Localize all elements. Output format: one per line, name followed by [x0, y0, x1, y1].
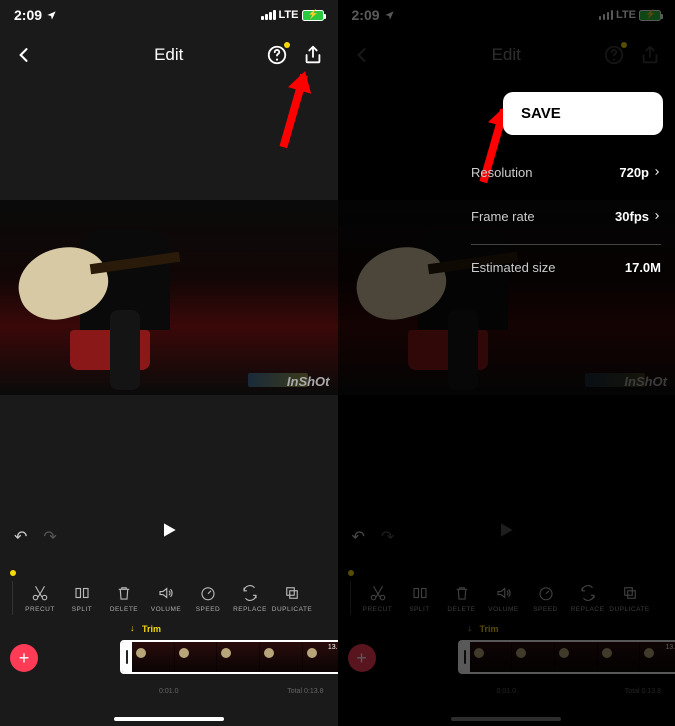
screenshot-right: 2:09 LTE Edit InShOt ↶↷ PRECUT SPLIT: [338, 0, 675, 726]
total-time: Total 0:13.8: [287, 688, 323, 695]
edit-toolbar: PRECUT SPLIT DELETE VOLUME SPEED REPLACE…: [0, 568, 338, 628]
share-icon[interactable]: [302, 44, 324, 66]
chevron-right-icon: [653, 210, 661, 222]
current-time: 0:01.0: [159, 688, 178, 695]
setting-label: Resolution: [471, 165, 532, 180]
add-clip-button[interactable]: +: [10, 644, 38, 672]
status-bar: 2:09 LTE: [338, 0, 675, 30]
location-icon: [384, 10, 395, 21]
video-preview[interactable]: InShOt: [0, 200, 338, 395]
status-indicators: LTE: [261, 9, 323, 21]
signal-icon: [261, 10, 276, 20]
trim-label: Trim: [142, 624, 161, 634]
location-icon: [46, 10, 57, 21]
tool-speed[interactable]: SPEED: [187, 584, 229, 613]
network-label: LTE: [279, 9, 299, 21]
undo-redo: ↶ ↷: [14, 527, 57, 547]
tool-delete[interactable]: DELETE: [103, 584, 145, 613]
save-button[interactable]: SAVE: [503, 92, 663, 135]
clip-track[interactable]: 13.8: [120, 640, 338, 674]
header: Edit: [338, 30, 675, 80]
battery-icon: [302, 10, 324, 21]
setting-value: 17.0M: [625, 260, 661, 275]
home-indicator[interactable]: [114, 717, 224, 721]
chevron-right-icon: [653, 166, 661, 178]
toolbar-dot: [10, 570, 16, 576]
play-button[interactable]: [159, 520, 179, 546]
share-icon[interactable]: [639, 44, 661, 66]
setting-label: Estimated size: [471, 260, 556, 275]
redo-icon[interactable]: ↷: [43, 527, 56, 547]
tool-split[interactable]: SPLIT: [61, 584, 103, 613]
home-indicator[interactable]: [451, 717, 561, 721]
tool-replace[interactable]: REPLACE: [229, 584, 271, 613]
status-time: 2:09: [14, 7, 57, 23]
help-icon[interactable]: [603, 44, 625, 66]
notification-dot: [284, 42, 290, 48]
clip-duration: 13.8: [328, 644, 338, 651]
back-icon[interactable]: [352, 45, 372, 65]
setting-value: 30fps: [615, 209, 649, 224]
setting-filesize: Estimated size 17.0M: [471, 245, 661, 289]
status-bar: 2:09 LTE: [0, 0, 338, 30]
setting-value: 720p: [619, 165, 649, 180]
time-info: 0:01.0 Total 0:13.8: [0, 688, 338, 695]
setting-label: Frame rate: [471, 209, 535, 224]
export-settings: Resolution 720p Frame rate 30fps Estimat…: [471, 150, 661, 289]
setting-resolution[interactable]: Resolution 720p: [471, 150, 661, 194]
setting-framerate[interactable]: Frame rate 30fps: [471, 194, 661, 238]
screenshot-left: 2:09 LTE Edit InShOt ↶ ↷: [0, 0, 338, 726]
tool-duplicate[interactable]: DUPLICATE: [271, 584, 313, 613]
trim-handle-left[interactable]: [122, 642, 132, 672]
tool-precut[interactable]: PRECUT: [19, 584, 61, 613]
undo-icon[interactable]: ↶: [14, 527, 27, 547]
watermark: InShOt: [287, 374, 330, 389]
tool-volume[interactable]: VOLUME: [145, 584, 187, 613]
timeline[interactable]: + Trim 13.8: [0, 632, 338, 682]
back-icon[interactable]: [14, 45, 34, 65]
header: Edit: [0, 30, 338, 80]
edit-toolbar: PRECUT SPLIT DELETE VOLUME SPEED REPLACE…: [338, 568, 675, 628]
